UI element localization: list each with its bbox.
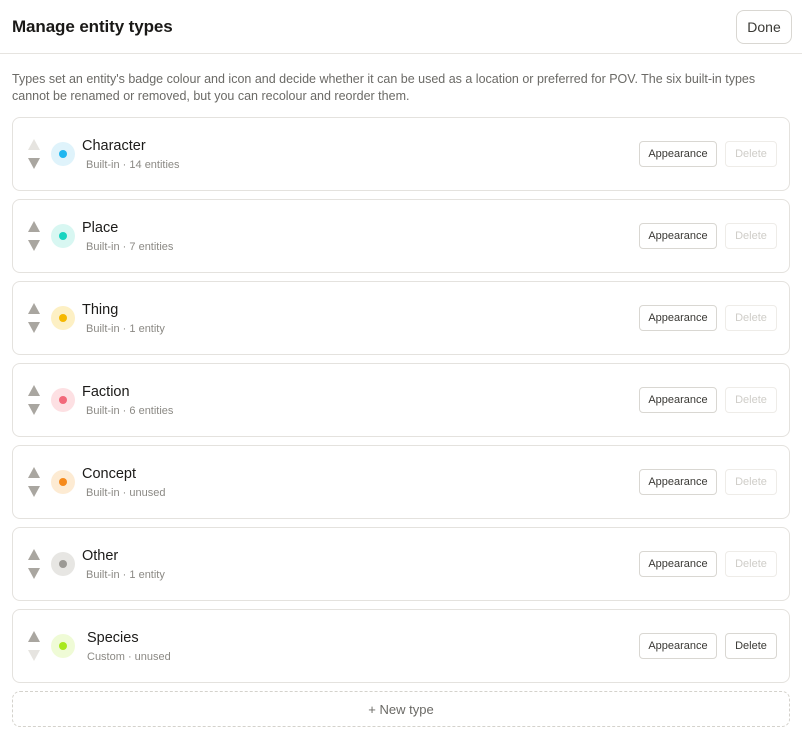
badge-dot	[59, 396, 67, 404]
dialog-title: Manage entity types	[12, 16, 173, 36]
badge-dot	[59, 314, 67, 322]
appearance-button[interactable]: Appearance	[639, 305, 717, 331]
delete-button: Delete	[725, 551, 777, 577]
badge-dot	[59, 642, 67, 650]
move-down-icon[interactable]	[28, 322, 40, 333]
delete-button: Delete	[725, 223, 777, 249]
entity-type-row: Concept Built-in · unused Appearance Del…	[12, 445, 790, 519]
type-meta: Built-in · 7 entities	[86, 241, 174, 253]
appearance-button[interactable]: Appearance	[639, 633, 717, 659]
move-up-icon[interactable]	[28, 303, 40, 314]
appearance-button[interactable]: Appearance	[639, 469, 717, 495]
reorder-controls	[27, 631, 41, 661]
type-meta: Built-in · unused	[86, 487, 166, 499]
move-up-icon	[28, 139, 40, 150]
badge-dot	[59, 150, 67, 158]
type-meta: Built-in · 1 entity	[86, 323, 165, 335]
move-up-icon[interactable]	[28, 549, 40, 560]
type-name: Place	[82, 220, 119, 236]
type-badge-icon	[51, 634, 75, 658]
delete-button: Delete	[725, 469, 777, 495]
move-down-icon[interactable]	[28, 404, 40, 415]
type-name: Character	[82, 138, 146, 154]
badge-dot	[59, 232, 67, 240]
entity-type-row: Faction Built-in · 6 entities Appearance…	[12, 363, 790, 437]
entity-type-row: Thing Built-in · 1 entity Appearance Del…	[12, 281, 790, 355]
appearance-button[interactable]: Appearance	[639, 551, 717, 577]
type-name: Other	[82, 548, 119, 564]
reorder-controls	[27, 385, 41, 415]
entity-type-row: Place Built-in · 7 entities Appearance D…	[12, 199, 790, 273]
type-badge-icon	[51, 224, 75, 248]
move-down-icon[interactable]	[28, 568, 40, 579]
type-name: Faction	[82, 384, 130, 400]
move-down-icon[interactable]	[28, 158, 40, 169]
move-up-icon[interactable]	[28, 221, 40, 232]
delete-button: Delete	[725, 305, 777, 331]
reorder-controls	[27, 139, 41, 169]
badge-dot	[59, 560, 67, 568]
appearance-button[interactable]: Appearance	[639, 141, 717, 167]
move-up-icon[interactable]	[28, 467, 40, 478]
type-name: Concept	[82, 466, 137, 482]
type-meta: Built-in · 14 entities	[86, 159, 180, 171]
appearance-button[interactable]: Appearance	[639, 223, 717, 249]
reorder-controls	[27, 303, 41, 333]
type-badge-icon	[51, 306, 75, 330]
entity-type-row: Character Built-in · 14 entities Appeara…	[12, 117, 790, 191]
type-badge-icon	[51, 552, 75, 576]
move-down-icon[interactable]	[28, 240, 40, 251]
done-button[interactable]: Done	[736, 9, 792, 44]
move-down-icon	[28, 650, 40, 661]
entity-type-list: Character Built-in · 14 entities Appeara…	[0, 105, 802, 683]
entity-type-row: Other Built-in · 1 entity Appearance Del…	[12, 527, 790, 601]
badge-dot	[59, 478, 67, 486]
delete-button[interactable]: Delete	[725, 633, 777, 659]
delete-button: Delete	[725, 141, 777, 167]
type-badge-icon	[51, 470, 75, 494]
reorder-controls	[27, 549, 41, 579]
move-up-icon[interactable]	[28, 631, 40, 642]
type-meta: Built-in · 6 entities	[86, 405, 174, 417]
move-down-icon[interactable]	[28, 486, 40, 497]
description-text: Types set an entity's badge colour and i…	[12, 72, 756, 103]
delete-button: Delete	[725, 387, 777, 413]
type-meta: Custom · unused	[87, 651, 171, 663]
reorder-controls	[27, 221, 41, 251]
dialog-header: Manage entity types Done	[0, 0, 802, 54]
new-type-button[interactable]: + New type	[12, 691, 790, 727]
appearance-button[interactable]: Appearance	[639, 387, 717, 413]
entity-type-row: Species Custom · unused Appearance Delet…	[12, 609, 790, 683]
move-up-icon[interactable]	[28, 385, 40, 396]
reorder-controls	[27, 467, 41, 497]
type-badge-icon	[51, 142, 75, 166]
type-name: Species	[87, 630, 139, 646]
type-badge-icon	[51, 388, 75, 412]
type-name: Thing	[82, 302, 119, 318]
type-meta: Built-in · 1 entity	[86, 569, 165, 581]
